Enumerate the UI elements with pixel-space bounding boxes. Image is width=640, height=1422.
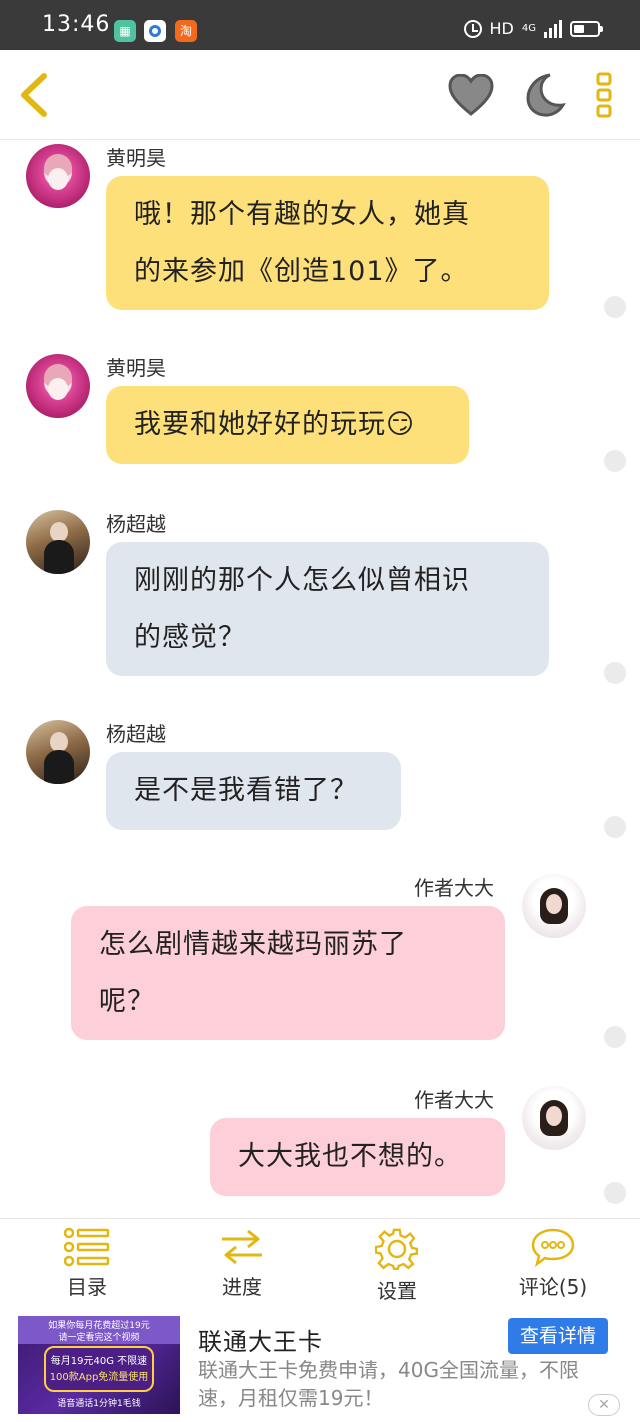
status-bar: 13:46 ▦ 淘 HD 4G <box>0 0 640 50</box>
author-avatar[interactable] <box>522 1086 586 1150</box>
signal-icon <box>544 19 562 38</box>
browser-app-icon <box>144 20 166 42</box>
gear-icon <box>375 1228 418 1270</box>
message-bubble[interactable]: 哦！那个有趣的女人，她真 的来参加《创造101》了。 <box>106 176 549 310</box>
comments-label: 评论(5) <box>518 1275 588 1299</box>
message-bubble[interactable]: 刚刚的那个人怎么似曾相识 的感觉？ <box>106 542 549 676</box>
message-bubble[interactable]: 大大我也不想的。 <box>210 1118 505 1196</box>
message-bubble[interactable]: 是不是我看错了？ <box>106 752 401 830</box>
read-status-dot <box>604 450 626 472</box>
battery-icon <box>570 20 603 37</box>
ad-image-text: 语音通话1分钟1毛钱 <box>57 1399 141 1409</box>
progress-label: 进度 <box>222 1275 262 1299</box>
message-line: 大大我也不想的。 <box>238 1141 462 1172</box>
more-menu-icon[interactable] <box>594 72 614 118</box>
list-icon <box>64 1227 110 1267</box>
message-line: 的来参加《创造101》了。 <box>134 256 469 287</box>
message-line: 我要和她好好的玩玩😏 <box>134 409 416 440</box>
author-avatar[interactable] <box>522 874 586 938</box>
yang-avatar[interactable] <box>26 720 90 784</box>
sender-name: 作者大大 <box>414 876 494 900</box>
chat-area[interactable]: 黄明昊 哦！那个有趣的女人，她真 的来参加《创造101》了。 黄明昊 我要和她好… <box>0 140 640 1218</box>
read-status-dot <box>604 1182 626 1204</box>
message-line: 刚刚的那个人怎么似曾相识 <box>134 565 470 596</box>
yang-avatar[interactable] <box>26 510 90 574</box>
message-bubble[interactable]: 我要和她好好的玩玩😏 <box>106 386 469 464</box>
message-line: 是不是我看错了？ <box>134 775 358 806</box>
ad-description: 联通大王卡免费申请，40G全国流量，不限速，月租仅需19元！ <box>198 1358 579 1410</box>
catalog-label: 目录 <box>67 1275 107 1299</box>
sender-name: 黄明昊 <box>106 146 166 170</box>
read-status-dot <box>604 296 626 318</box>
taobao-app-icon: 淘 <box>175 20 197 42</box>
ad-image-text: 每月19元40G 不限速 <box>50 1356 148 1367</box>
ad-image-text: 100款App免流量使用 <box>49 1372 149 1383</box>
sender-name: 作者大大 <box>414 1088 494 1112</box>
network-label: HD <box>489 19 514 38</box>
sender-name: 黄明昊 <box>106 356 166 380</box>
network-type-label: 4G <box>521 23 536 34</box>
status-indicators: HD 4G <box>463 19 603 38</box>
progress-button[interactable]: 进度 <box>187 1227 297 1300</box>
ad-image[interactable]: 如果你每月花费超过19元 请一定看完这个视频 每月19元40G 不限速 100款… <box>18 1316 180 1414</box>
ad-title[interactable]: 联通大王卡 <box>198 1322 323 1357</box>
ad-close-button[interactable]: ✕ <box>588 1394 620 1416</box>
ad-details-button[interactable]: 查看详情 <box>508 1318 608 1354</box>
top-nav <box>0 50 640 140</box>
comment-bubble-icon <box>531 1228 575 1267</box>
bottom-toolbar: 目录 进度 设置 评论(5) <box>0 1218 640 1308</box>
catalog-button[interactable]: 目录 <box>32 1227 142 1300</box>
moon-icon[interactable] <box>520 72 566 118</box>
ad-banner[interactable]: 如果你每月花费超过19元 请一定看完这个视频 每月19元40G 不限速 100款… <box>0 1308 640 1422</box>
message-line: 哦！那个有趣的女人，她真 <box>134 199 470 230</box>
settings-button[interactable]: 设置 <box>342 1227 452 1304</box>
alarm-icon <box>463 19 482 38</box>
read-status-dot <box>604 816 626 838</box>
settings-label: 设置 <box>377 1279 417 1303</box>
read-status-dot <box>604 662 626 684</box>
back-arrow-icon[interactable] <box>14 70 54 120</box>
sender-name: 杨超越 <box>106 722 166 746</box>
message-line: 呢？ <box>99 986 155 1017</box>
comments-button[interactable]: 评论(5) <box>498 1227 608 1300</box>
message-bubble[interactable]: 怎么剧情越来越玛丽苏了 呢？ <box>71 906 505 1040</box>
huang-avatar[interactable] <box>26 144 90 208</box>
heart-icon[interactable] <box>448 74 494 116</box>
huang-avatar[interactable] <box>26 354 90 418</box>
message-line: 的感觉？ <box>134 622 246 653</box>
sender-name: 杨超越 <box>106 512 166 536</box>
read-status-dot <box>604 1026 626 1048</box>
calendar-app-icon: ▦ <box>114 20 136 42</box>
status-time: 13:46 <box>42 12 111 37</box>
ad-image-text: 请一定看完这个视频 <box>58 1333 140 1343</box>
message-line: 怎么剧情越来越玛丽苏了 <box>99 929 407 960</box>
swap-arrows-icon <box>222 1229 262 1265</box>
